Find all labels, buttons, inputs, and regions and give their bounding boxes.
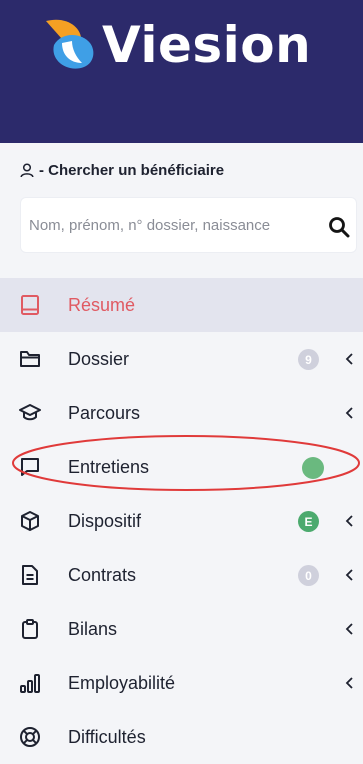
chevron-left-icon[interactable] xyxy=(344,404,354,422)
sidebar-item-label: Entretiens xyxy=(68,456,150,477)
clipboard-icon xyxy=(22,619,38,639)
app-header: Viesion xyxy=(0,0,363,143)
sidebar-item-employabilite[interactable]: Employabilité xyxy=(0,656,363,710)
sidebar-item-bilans[interactable]: Bilans xyxy=(0,602,363,656)
sidebar-item-label: Employabilité xyxy=(68,672,176,693)
count-badge: 9 xyxy=(298,349,319,370)
search-icon[interactable] xyxy=(328,216,350,238)
status-dot xyxy=(302,457,324,479)
logo[interactable]: Viesion xyxy=(40,10,311,80)
count-badge: 0 xyxy=(298,565,319,586)
user-icon xyxy=(20,163,34,178)
sidebar-item-label: Difficultés xyxy=(68,726,146,747)
message-square-icon xyxy=(21,458,39,476)
folder-icon xyxy=(20,351,40,367)
search-input[interactable] xyxy=(29,216,307,234)
bar-chart-icon xyxy=(20,674,40,693)
chevron-left-icon[interactable] xyxy=(344,512,354,530)
sidebar-item-dispositif[interactable]: Dispositif E xyxy=(0,494,363,548)
sidebar-item-label: Dispositif xyxy=(68,510,142,531)
sidebar-item-label: Résumé xyxy=(68,294,136,315)
sidebar-item-label: Parcours xyxy=(68,402,141,423)
sidebar-item-label: Bilans xyxy=(68,618,118,639)
sidebar-menu: Résumé Dossier 9 Parcours Entretiens Dis… xyxy=(0,278,363,764)
logo-text: Viesion xyxy=(102,16,312,74)
status-badge: E xyxy=(298,511,319,532)
sidebar-item-label: Contrats xyxy=(68,564,137,585)
search-box xyxy=(20,197,357,253)
chevron-left-icon[interactable] xyxy=(344,350,354,368)
graduation-cap-icon xyxy=(19,404,41,421)
chevron-left-icon[interactable] xyxy=(344,674,354,692)
logo-mark-icon xyxy=(46,19,94,69)
sidebar-item-dossier[interactable]: Dossier 9 xyxy=(0,332,363,386)
chevron-left-icon[interactable] xyxy=(344,566,354,584)
lifebuoy-icon xyxy=(20,727,40,747)
search-label: - Chercher un bénéficiaire xyxy=(20,162,224,179)
document-icon xyxy=(22,565,38,585)
sidebar-item-parcours[interactable]: Parcours xyxy=(0,386,363,440)
search-label-text: - Chercher un bénéficiaire xyxy=(39,162,225,179)
sidebar-item-contrats[interactable]: Contrats 0 xyxy=(0,548,363,602)
sidebar-item-entretiens[interactable]: Entretiens xyxy=(0,440,363,494)
sidebar-item-resume[interactable]: Résumé xyxy=(0,278,363,332)
sidebar-item-difficultes[interactable]: Difficultés xyxy=(0,710,363,764)
sidebar-item-label: Dossier xyxy=(68,348,130,369)
cube-icon xyxy=(21,511,39,531)
book-icon xyxy=(21,295,39,315)
chevron-left-icon[interactable] xyxy=(344,620,354,638)
